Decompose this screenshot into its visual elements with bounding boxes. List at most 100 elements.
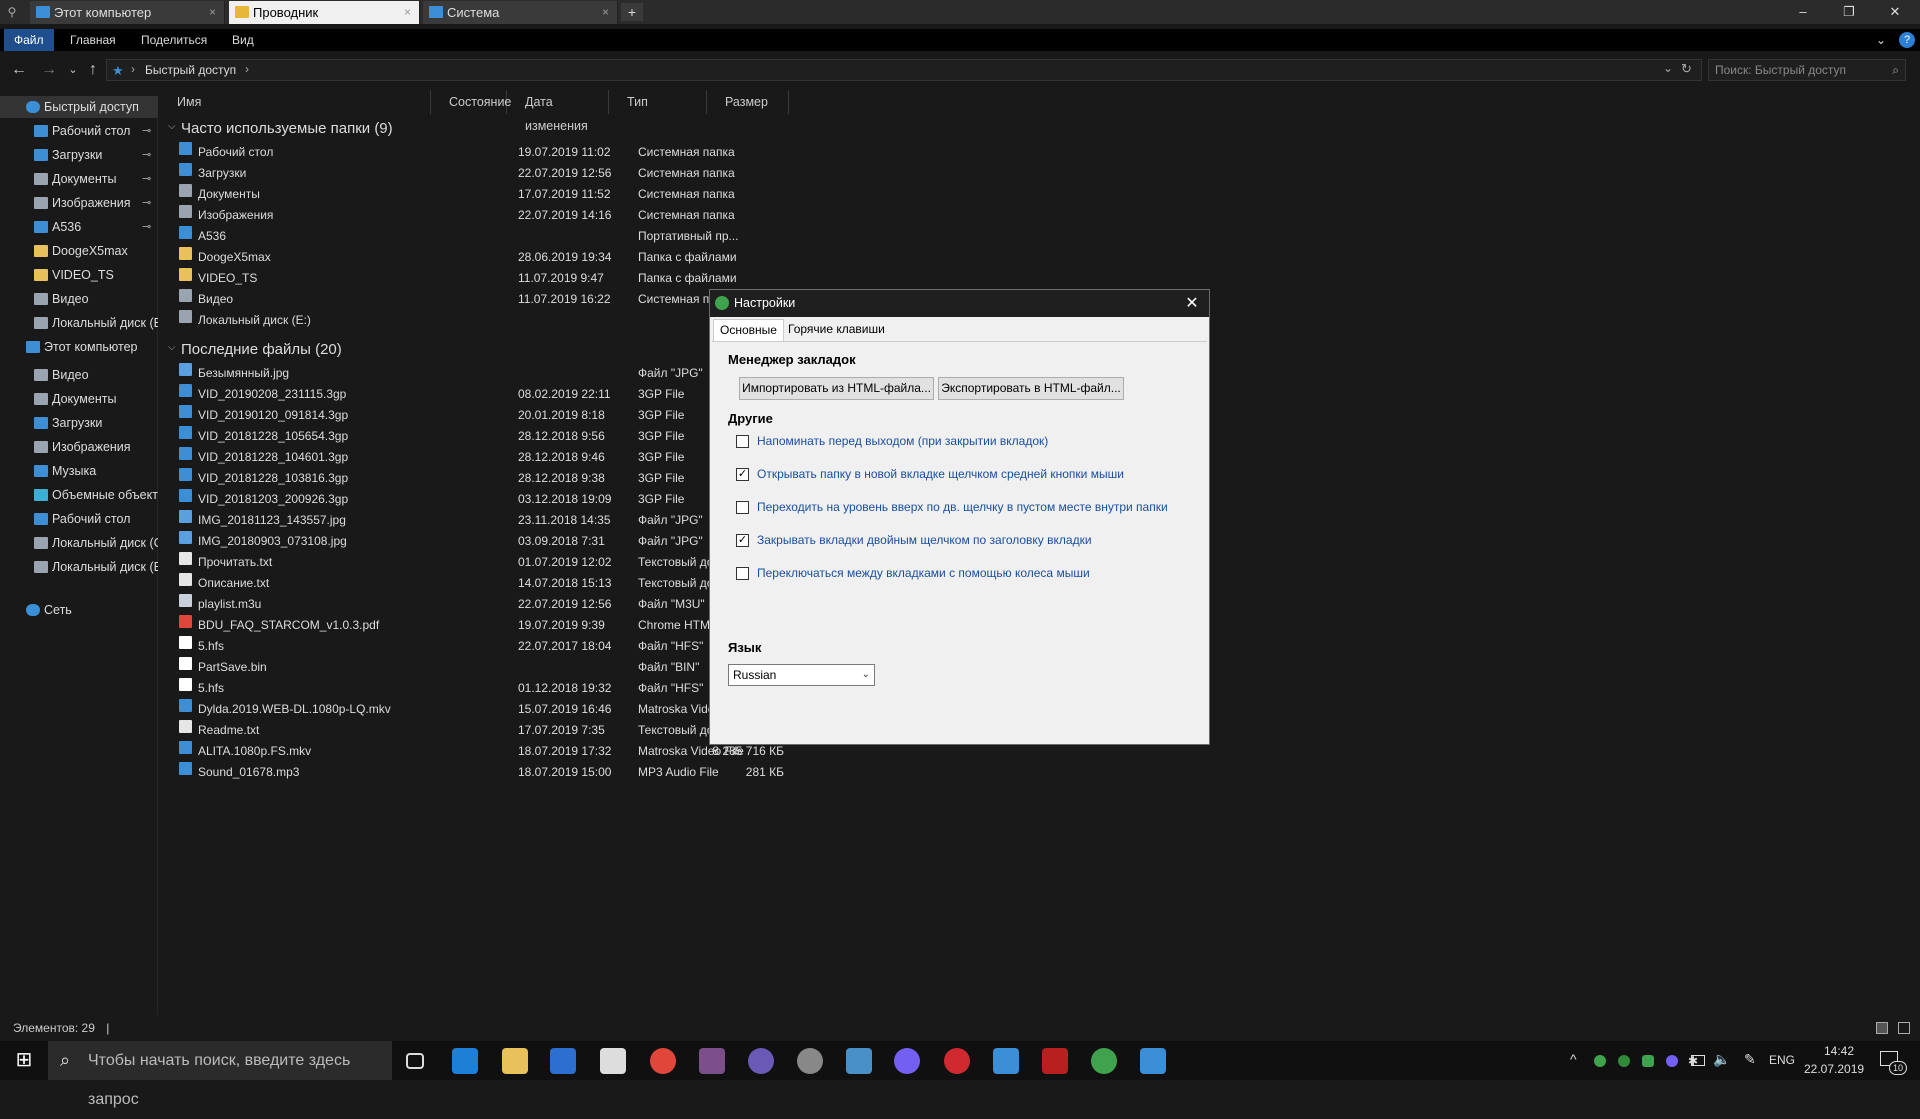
opera-icon[interactable] <box>944 1048 970 1074</box>
clover-icon[interactable] <box>1091 1048 1117 1074</box>
viber-icon[interactable] <box>894 1048 920 1074</box>
red-app-icon[interactable] <box>1042 1048 1068 1074</box>
help-icon[interactable]: ? <box>1899 32 1915 48</box>
checkbox[interactable] <box>736 567 749 580</box>
sidebar-item[interactable]: Документы <box>0 388 158 410</box>
dialog-close-button[interactable]: ✕ <box>1179 290 1205 317</box>
sidebar-item[interactable]: Сеть <box>0 599 158 621</box>
ribbon-expand-icon[interactable]: ⌄ <box>1872 29 1890 51</box>
breadcrumb-quick-access[interactable]: Быстрый доступ <box>145 63 236 77</box>
task-view-icon[interactable] <box>406 1053 424 1069</box>
sidebar-item[interactable]: Изображения <box>0 436 158 458</box>
column-header[interactable]: Размер <box>707 90 789 114</box>
sidebar-item[interactable]: Загрузки ⊸ <box>0 144 158 166</box>
column-header[interactable]: Состояние <box>431 90 511 114</box>
sidebar-item[interactable]: Видео <box>0 288 158 310</box>
option-checkbox[interactable]: Переключаться между вкладками с помощью … <box>728 565 1198 583</box>
table-row[interactable]: A536 Портативный пр... <box>159 226 859 247</box>
sidebar-item[interactable]: DoogeX5max <box>0 240 158 262</box>
ribbon-file-tab[interactable]: Файл <box>4 29 54 51</box>
network-icon[interactable] <box>1691 1055 1705 1066</box>
close-icon[interactable]: × <box>209 1 216 24</box>
table-row[interactable]: Изображения 22.07.2019 14:16 Системная пап… <box>159 205 859 226</box>
edge-icon[interactable] <box>452 1048 478 1074</box>
sidebar-item[interactable]: Документы ⊸ <box>0 168 158 190</box>
group-header[interactable]: ⌵ Часто используемые папки (9) <box>168 120 393 137</box>
language-indicator[interactable]: ENG <box>1769 1053 1795 1067</box>
new-tab-button[interactable]: + <box>621 3 643 21</box>
media-player-icon[interactable] <box>797 1048 823 1074</box>
breadcrumb-separator[interactable]: › <box>245 62 249 76</box>
import-html-button[interactable]: Импортировать из HTML-файла... <box>739 377 934 400</box>
column-header[interactable]: Имя <box>159 90 431 114</box>
column-header[interactable]: Дата изменения <box>507 90 609 133</box>
eclipse-icon[interactable] <box>748 1048 774 1074</box>
table-row[interactable]: VIDEO_TS 11.07.2019 9:47 Папка с файлами <box>159 268 859 289</box>
ribbon-view-tab[interactable]: Вид <box>222 29 264 51</box>
settings-app-icon[interactable] <box>1140 1048 1166 1074</box>
sidebar-item[interactable]: Локальный диск (E <box>0 556 158 578</box>
tray-app-icon[interactable] <box>1666 1055 1678 1067</box>
minimize-button[interactable]: – <box>1780 0 1826 24</box>
option-checkbox[interactable]: Переходить на уровень вверх по дв. щелчк… <box>728 499 1198 517</box>
language-select[interactable]: Russian ⌄ <box>728 664 875 686</box>
sidebar-item[interactable]: Локальный диск (E <box>0 312 158 334</box>
large-icons-view-icon[interactable] <box>1898 1022 1910 1034</box>
store-icon[interactable] <box>550 1048 576 1074</box>
ribbon-share-tab[interactable]: Поделиться <box>131 29 217 51</box>
table-row[interactable]: Загрузки 22.07.2019 12:56 Системная папка <box>159 163 859 184</box>
column-header[interactable]: Тип <box>609 90 707 114</box>
sidebar-item[interactable]: Видео <box>0 364 158 386</box>
sidebar-item[interactable]: Этот компьютер <box>0 336 158 358</box>
pen-icon[interactable]: ✎ <box>1744 1051 1756 1068</box>
file-explorer-icon[interactable] <box>502 1048 528 1074</box>
refresh-icon[interactable]: ↻ <box>1681 61 1692 77</box>
mail-icon[interactable] <box>600 1048 626 1074</box>
address-dropdown-icon[interactable]: ⌄ <box>1663 61 1673 75</box>
sidebar-item[interactable]: Рабочий стол ⊸ <box>0 120 158 142</box>
tab-1[interactable]: Проводник × <box>229 1 420 24</box>
search-input[interactable]: Поиск: Быстрый доступ ⌕ <box>1708 59 1906 81</box>
clock-date[interactable]: 22.07.2019 <box>1804 1062 1864 1076</box>
details-view-icon[interactable] <box>1876 1022 1888 1034</box>
taskbar-search-input[interactable]: ⌕ Чтобы начать поиск, введите здесь запр… <box>48 1041 392 1108</box>
chevron-down-icon[interactable]: ⌵ <box>168 342 176 353</box>
up-icon[interactable]: ↑ <box>82 59 104 81</box>
checkbox[interactable] <box>736 435 749 448</box>
sidebar-item[interactable]: Локальный диск (C <box>0 532 158 554</box>
shield-app-icon[interactable] <box>993 1048 1019 1074</box>
close-icon[interactable]: × <box>404 1 411 24</box>
sidebar-item[interactable]: Музыка <box>0 460 158 482</box>
checkbox[interactable]: ✓ <box>736 534 749 547</box>
chrome-icon[interactable] <box>650 1048 676 1074</box>
table-row[interactable]: Sound_01678.mp3 18.07.2019 15:00 MP3 Audio… <box>159 762 859 783</box>
export-html-button[interactable]: Экспортировать в HTML-файл... <box>938 377 1124 400</box>
table-row[interactable]: Рабочий стол 19.07.2019 11:02 Системная па… <box>159 142 859 163</box>
photo-app-icon[interactable] <box>699 1048 725 1074</box>
sidebar-item[interactable]: Объемные объекть <box>0 484 158 506</box>
sidebar-item[interactable]: Рабочий стол <box>0 508 158 530</box>
chevron-down-icon[interactable]: ⌵ <box>168 121 176 132</box>
tray-chevron-icon[interactable]: ^ <box>1570 1051 1577 1067</box>
table-row[interactable]: DoogeX5max 28.06.2019 19:34 Папка с файлам… <box>159 247 859 268</box>
checkbox[interactable]: ✓ <box>736 468 749 481</box>
group-header[interactable]: ⌵ Последние файлы (20) <box>168 341 342 358</box>
recent-locations-icon[interactable]: ⌄ <box>62 59 84 81</box>
tab-2[interactable]: Система × <box>423 1 618 24</box>
option-checkbox[interactable]: ✓ Закрывать вкладки двойным щелчком по за… <box>728 532 1198 550</box>
sidebar-item[interactable]: Изображения ⊸ <box>0 192 158 214</box>
address-field[interactable]: ★ › Быстрый доступ › ⌄ ↻ <box>106 59 1702 81</box>
restore-button[interactable]: ❐ <box>1826 0 1872 24</box>
forward-icon[interactable]: → <box>38 59 60 81</box>
checkbox[interactable] <box>736 501 749 514</box>
dialog-titlebar[interactable]: Настройки ✕ <box>710 290 1209 317</box>
notepad-icon[interactable] <box>846 1048 872 1074</box>
sidebar-item[interactable]: VIDEO_TS <box>0 264 158 286</box>
close-window-button[interactable]: ✕ <box>1872 0 1918 24</box>
sidebar-item[interactable]: Загрузки <box>0 412 158 434</box>
table-row[interactable]: Документы 17.07.2019 11:52 Системная папка <box>159 184 859 205</box>
tab-hotkeys[interactable]: Горячие клавиши <box>782 319 891 341</box>
volume-icon[interactable]: 🔈 <box>1713 1051 1730 1068</box>
ribbon-home-tab[interactable]: Главная <box>60 29 126 51</box>
tab-0[interactable]: Этот компьютер × <box>30 1 225 24</box>
